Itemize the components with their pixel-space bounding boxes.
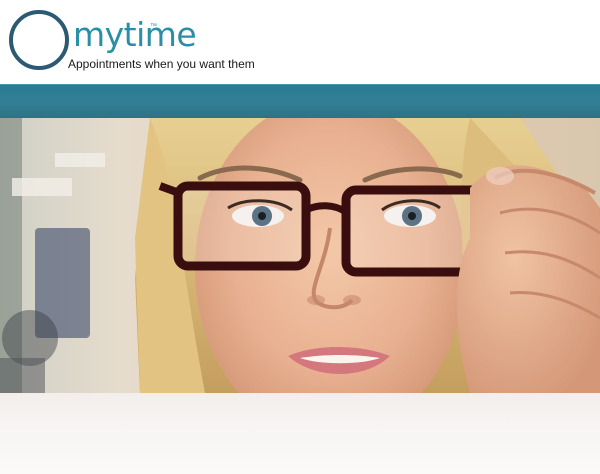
page: mytime ™ Appointments when you want them <box>0 0 600 474</box>
logo-tagline: Appointments when you want them <box>68 57 255 71</box>
hero-image <box>0 118 600 393</box>
trademark-symbol: ™ <box>150 23 157 30</box>
mytime-logo[interactable]: mytime ™ Appointments when you want them <box>8 8 268 74</box>
logo-wordmark: mytime <box>73 15 197 54</box>
hero-photo <box>0 118 600 393</box>
site-header: mytime ™ Appointments when you want them <box>0 0 600 84</box>
nav-bar <box>0 84 600 118</box>
content-panel <box>0 393 600 474</box>
